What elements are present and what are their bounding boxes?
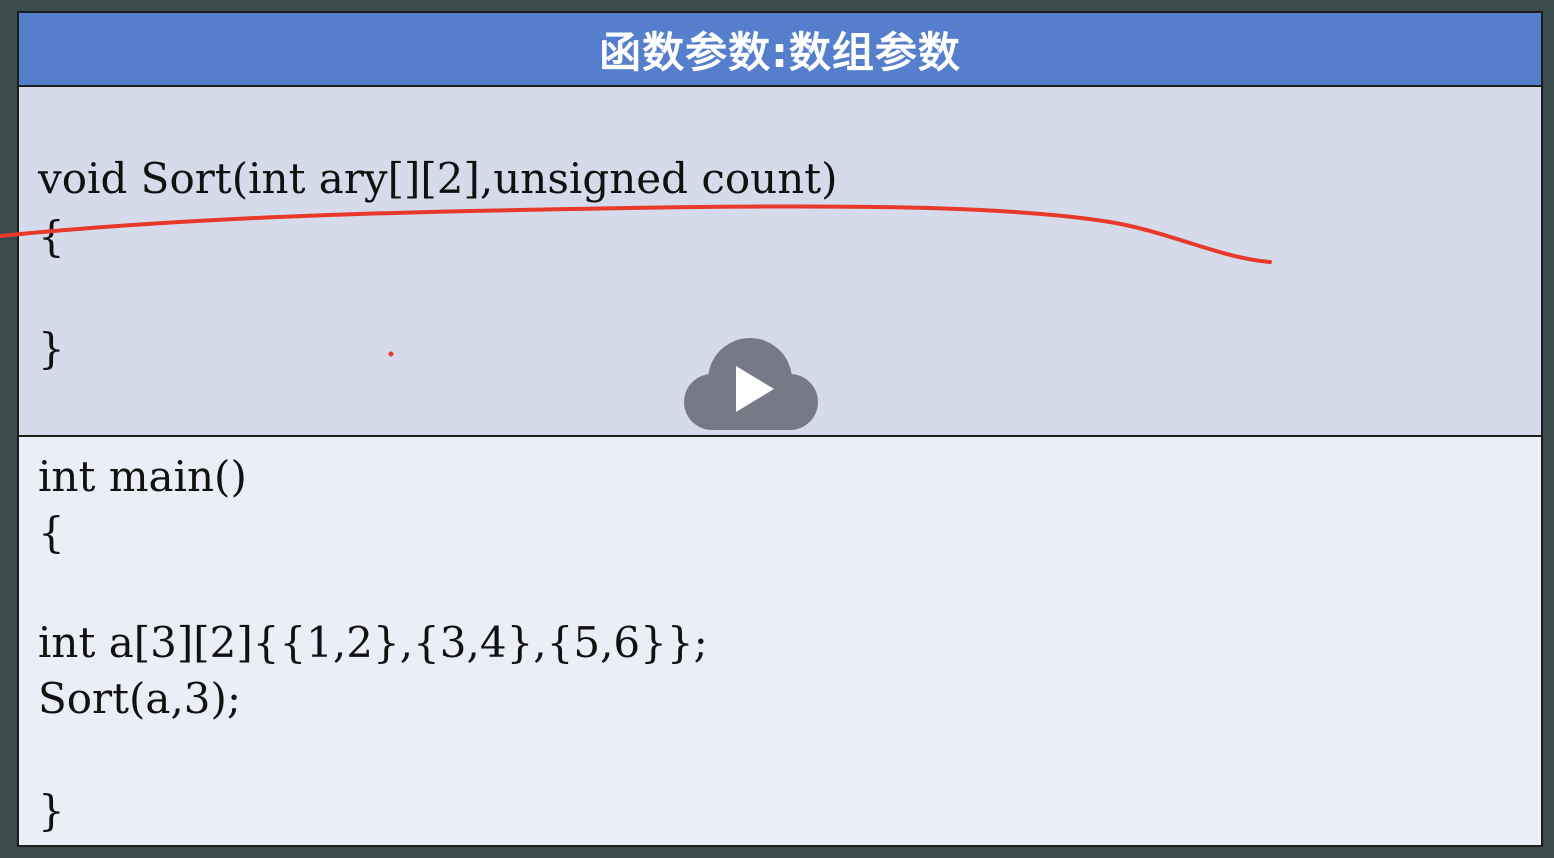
main-open-brace: { (38, 508, 65, 557)
main-signature: int main() (38, 452, 247, 501)
sort-call: Sort(a,3); (38, 674, 242, 723)
main-function-panel: int main() { int a[3][2]{{1,2},{3,4},{5,… (19, 437, 1541, 845)
play-cloud-icon (684, 338, 818, 430)
sort-close-brace: } (38, 324, 65, 373)
array-declaration: int a[3][2]{{1,2},{3,4},{5,6}}; (38, 618, 708, 667)
slide-title: 函数参数:数组参数 (599, 27, 961, 77)
video-play-button[interactable] (684, 336, 818, 432)
sort-signature: void Sort(int ary[][2],unsigned count) (38, 154, 838, 203)
main-close-brace: } (38, 786, 65, 835)
sort-open-brace: { (38, 212, 65, 261)
slide-title-bar: 函数参数:数组参数 (19, 13, 1541, 87)
